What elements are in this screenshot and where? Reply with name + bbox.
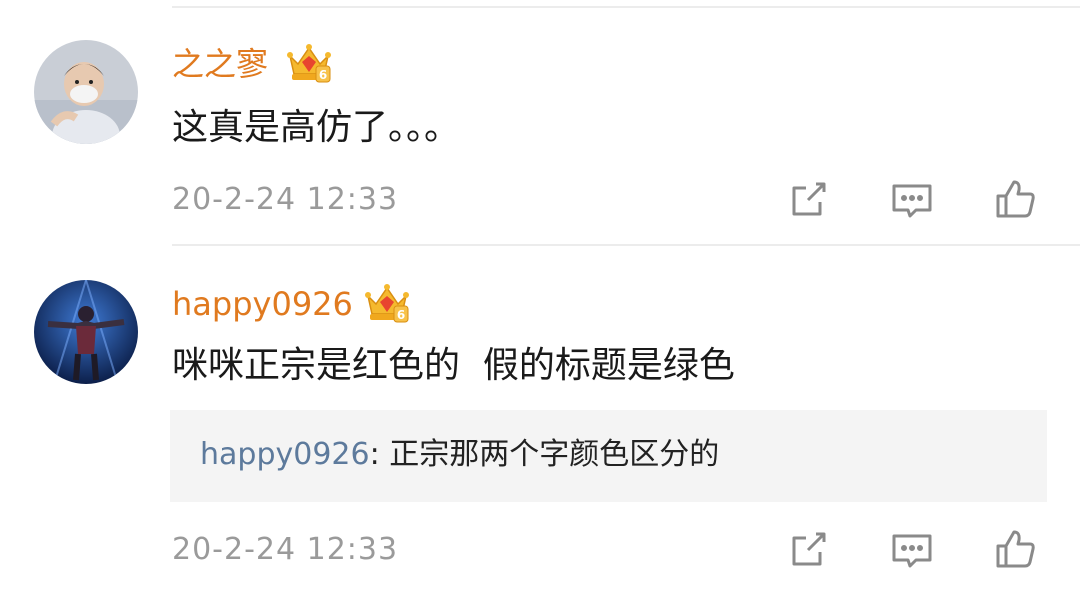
level-number: 6	[397, 308, 405, 322]
like-icon[interactable]	[994, 178, 1038, 222]
reply-box[interactable]: happy0926: 正宗那两个字颜色区分的	[170, 410, 1047, 502]
comment-icon[interactable]	[890, 528, 934, 572]
reply-text: happy0926: 正宗那两个字颜色区分的	[200, 434, 719, 476]
level-number: 6	[319, 68, 327, 82]
timestamp: 20-2-24 12:33	[172, 532, 399, 567]
avatar[interactable]	[34, 280, 138, 384]
comment-text: 咪咪正宗是红色的 假的标题是绿色	[172, 345, 735, 386]
username[interactable]: 之之寥	[172, 44, 268, 84]
timestamp: 20-2-24 12:33	[172, 182, 399, 217]
like-icon[interactable]	[994, 528, 1038, 572]
comment-item: happy0926 6 咪咪正宗是红色的 假的标题是绿色 happy0926: …	[0, 246, 1080, 592]
crown-badge-icon: 6	[286, 40, 332, 84]
avatar[interactable]	[34, 40, 138, 144]
share-icon[interactable]	[786, 178, 830, 222]
comment-text: 这真是高仿了。。。	[172, 107, 461, 148]
reply-separator: :	[369, 437, 380, 472]
comment-icon[interactable]	[890, 178, 934, 222]
share-icon[interactable]	[786, 528, 830, 572]
username-text[interactable]: happy0926	[172, 285, 353, 323]
reply-content: 正宗那两个字颜色区分的	[379, 437, 720, 472]
crown-badge-icon: 6	[364, 280, 410, 324]
reply-username[interactable]: happy0926	[200, 437, 370, 472]
comment-item: 之之寥 6 这真是高仿了。。。 20-2-24 12:33	[0, 0, 1080, 246]
username[interactable]: happy0926	[172, 284, 353, 324]
username-text[interactable]: 之之寥	[172, 45, 268, 83]
